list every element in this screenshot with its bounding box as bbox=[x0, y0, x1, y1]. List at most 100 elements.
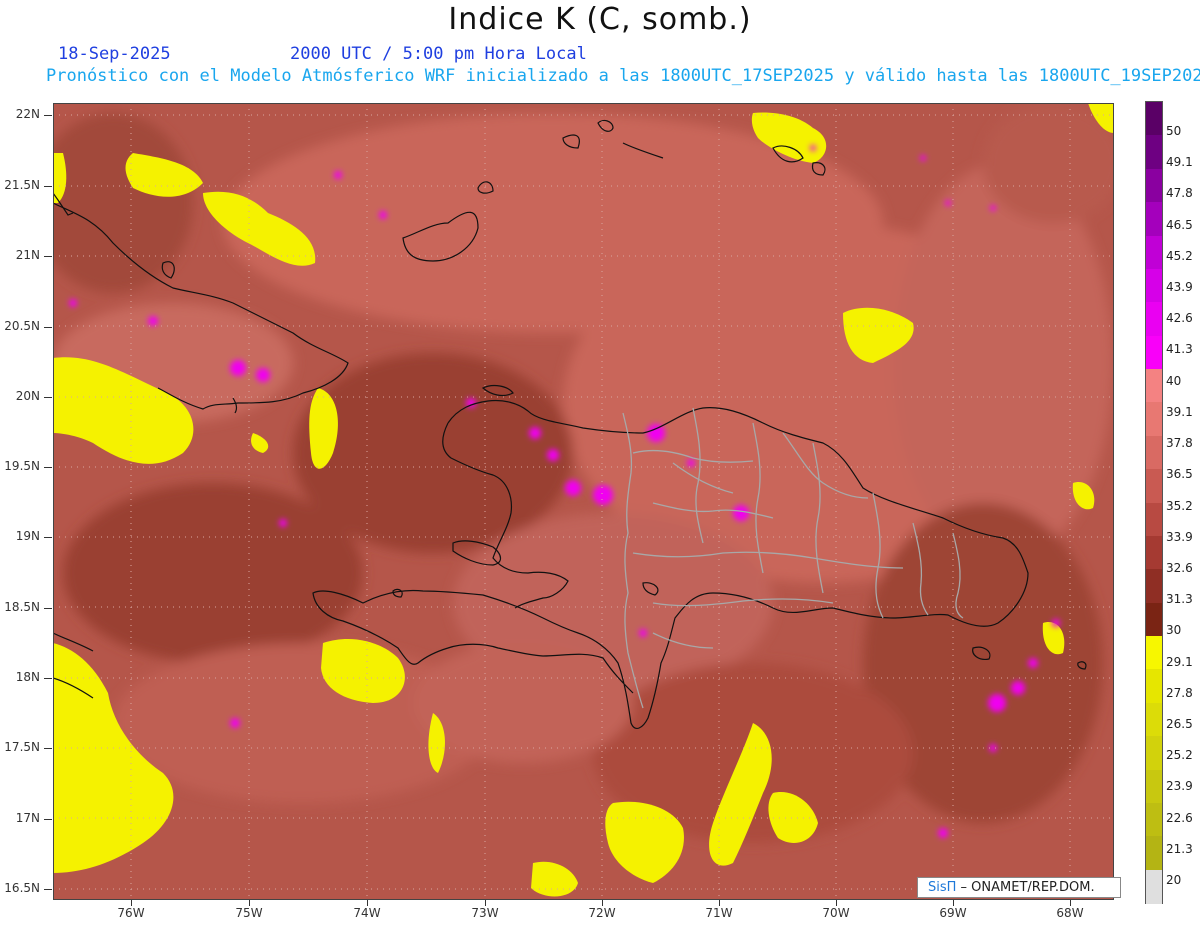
color-bar-segment bbox=[1146, 535, 1162, 570]
lat-label: 17N bbox=[15, 811, 40, 825]
lat-tick bbox=[44, 819, 52, 820]
color-bar-label: 46.5 bbox=[1166, 217, 1193, 232]
color-bar-label: 47.8 bbox=[1166, 186, 1193, 201]
lat-tick bbox=[44, 327, 52, 328]
color-bar-segment bbox=[1146, 669, 1162, 704]
credit-box: SisΠ – ONAMET/REP.DOM. bbox=[917, 877, 1121, 898]
color-bar-segment bbox=[1146, 836, 1162, 871]
lat-tick bbox=[44, 186, 52, 187]
lon-label: 71W bbox=[705, 906, 733, 920]
lon-label: 75W bbox=[235, 906, 263, 920]
color-bar-segment bbox=[1146, 602, 1162, 637]
lon-tick bbox=[836, 900, 837, 906]
lon-tick bbox=[367, 900, 368, 906]
lat-label: 18.5N bbox=[4, 600, 40, 614]
color-bar-segment bbox=[1146, 202, 1162, 237]
color-bar-segment bbox=[1146, 435, 1162, 470]
model-subtitle: Pronóstico con el Modelo Atmósferico WRF… bbox=[46, 66, 1200, 86]
map-title: Indice K (C, somb.) bbox=[448, 2, 752, 37]
lon-label: 76W bbox=[117, 906, 145, 920]
k-index-map bbox=[53, 103, 1114, 900]
credit-brand: SisΠ bbox=[928, 880, 957, 895]
color-bar-segment bbox=[1146, 469, 1162, 504]
color-bar-label: 50 bbox=[1166, 124, 1182, 138]
color-bar-segment bbox=[1146, 702, 1162, 737]
color-bar-segment bbox=[1146, 268, 1162, 303]
lon-label: 70W bbox=[822, 906, 850, 920]
color-bar-label: 33.9 bbox=[1166, 529, 1193, 544]
lat-label: 16.5N bbox=[4, 881, 40, 895]
lat-tick bbox=[44, 537, 52, 538]
color-bar-label: 32.6 bbox=[1166, 560, 1193, 575]
lon-label: 72W bbox=[588, 906, 616, 920]
lat-label: 21.5N bbox=[4, 178, 40, 192]
lat-label: 21N bbox=[15, 248, 40, 262]
lat-label: 17.5N bbox=[4, 740, 40, 754]
color-bar-segment bbox=[1146, 769, 1162, 804]
color-bar-label: 22.6 bbox=[1166, 810, 1193, 825]
lat-label: 19.5N bbox=[4, 459, 40, 473]
lat-label: 20N bbox=[15, 389, 40, 403]
color-bar-segment bbox=[1146, 168, 1162, 203]
color-bar-label: 43.9 bbox=[1166, 280, 1193, 295]
color-bar-segment bbox=[1146, 869, 1162, 904]
color-bar-segment bbox=[1146, 335, 1162, 370]
color-bar-segment bbox=[1146, 369, 1162, 403]
lon-tick bbox=[602, 900, 603, 906]
lat-tick bbox=[44, 608, 52, 609]
color-bar-label: 40 bbox=[1166, 373, 1182, 388]
lat-label: 20.5N bbox=[4, 319, 40, 333]
lon-tick bbox=[485, 900, 486, 906]
lon-tick bbox=[719, 900, 720, 906]
lat-tick bbox=[44, 256, 52, 257]
lat-tick bbox=[44, 115, 52, 116]
lon-tick bbox=[1070, 900, 1071, 906]
valid-time: 2000 UTC / 5:00 pm Hora Local bbox=[290, 44, 587, 64]
color-bar-label: 29.1 bbox=[1166, 654, 1193, 669]
color-bar-label: 39.1 bbox=[1166, 404, 1193, 419]
color-bar-label: 21.3 bbox=[1166, 841, 1193, 856]
credit-text: – ONAMET/REP.DOM. bbox=[956, 880, 1095, 895]
lon-label: 73W bbox=[471, 906, 499, 920]
color-bar-segment bbox=[1146, 802, 1162, 837]
color-bar-label: 37.8 bbox=[1166, 436, 1193, 451]
color-bar-segment bbox=[1146, 102, 1162, 136]
color-bar-label: 35.2 bbox=[1166, 498, 1193, 513]
color-bar-segment bbox=[1146, 135, 1162, 170]
color-bar-segment bbox=[1146, 502, 1162, 537]
color-bar-label: 25.2 bbox=[1166, 748, 1193, 763]
color-bar-segment bbox=[1146, 736, 1162, 771]
color-bar-label: 49.1 bbox=[1166, 155, 1193, 170]
lon-label: 74W bbox=[353, 906, 381, 920]
lon-tick bbox=[131, 900, 132, 906]
lat-label: 19N bbox=[15, 529, 40, 543]
color-bar-label: 36.5 bbox=[1166, 467, 1193, 482]
color-bar-segment bbox=[1146, 402, 1162, 437]
color-bar-label: 23.9 bbox=[1166, 779, 1193, 794]
forecast-date: 18-Sep-2025 bbox=[58, 44, 171, 64]
color-bar-label: 30 bbox=[1166, 623, 1182, 638]
color-bar bbox=[1145, 101, 1163, 904]
color-bar-label: 41.3 bbox=[1166, 342, 1193, 357]
lat-label: 22N bbox=[15, 107, 40, 121]
lat-tick bbox=[44, 678, 52, 679]
lat-tick bbox=[44, 889, 52, 890]
lat-tick bbox=[44, 397, 52, 398]
color-bar-segment bbox=[1146, 569, 1162, 604]
color-bar-label: 20 bbox=[1166, 873, 1182, 887]
lat-tick bbox=[44, 467, 52, 468]
color-bar-segment bbox=[1146, 636, 1162, 670]
lon-tick bbox=[953, 900, 954, 906]
lon-label: 68W bbox=[1056, 906, 1084, 920]
color-bar-label: 31.3 bbox=[1166, 592, 1193, 607]
lat-tick bbox=[44, 748, 52, 749]
lon-tick bbox=[249, 900, 250, 906]
lat-label: 18N bbox=[15, 670, 40, 684]
color-bar-label: 26.5 bbox=[1166, 716, 1193, 731]
color-bar-label: 45.2 bbox=[1166, 248, 1193, 263]
color-bar-segment bbox=[1146, 302, 1162, 337]
lon-label: 69W bbox=[939, 906, 967, 920]
color-bar-label: 27.8 bbox=[1166, 685, 1193, 700]
color-bar-label: 42.6 bbox=[1166, 311, 1193, 326]
color-bar-segment bbox=[1146, 235, 1162, 270]
